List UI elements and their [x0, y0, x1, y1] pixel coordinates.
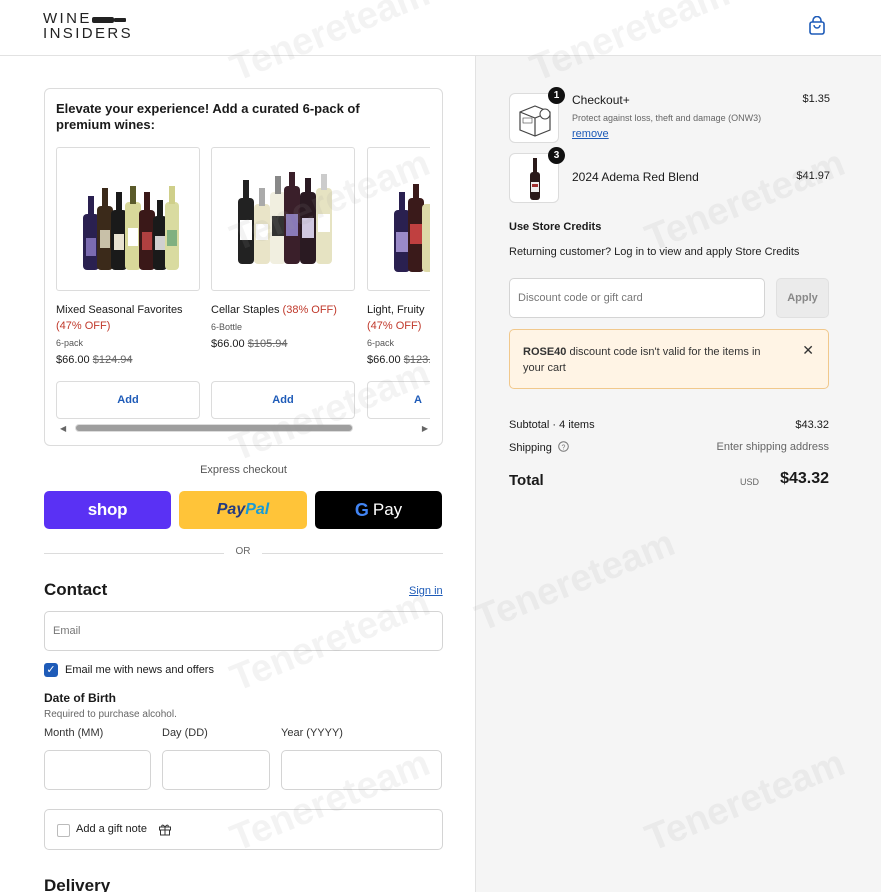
product-image[interactable]	[56, 147, 200, 291]
dob-day-input[interactable]	[162, 750, 270, 790]
divider-line	[44, 553, 224, 554]
discount-placeholder: Discount code or gift card	[518, 292, 643, 304]
dob-month-input[interactable]	[44, 750, 151, 790]
help-icon[interactable]: ?	[558, 441, 569, 452]
svg-text:?: ?	[561, 444, 565, 451]
shop-pay-logo: shop	[87, 500, 128, 519]
or-divider: OR	[44, 545, 443, 561]
subtotal-label: Subtotal · 4 items	[509, 419, 595, 431]
google-pay-button[interactable]: G Pay	[315, 491, 442, 529]
newsletter-label: Email me with news and offers	[65, 664, 214, 676]
product-price: $66.00 $124.94	[56, 354, 133, 366]
logo-line2: INSIDERS	[43, 25, 134, 42]
scroll-left-icon[interactable]: ◀	[60, 424, 66, 433]
upsell-carousel: Elevate your experience! Add a curated 6…	[44, 88, 443, 446]
dob-year-label: Year (YYYY)	[281, 727, 343, 739]
header: WINE INSIDERS	[0, 0, 881, 56]
gift-note-row[interactable]: Add a gift note	[44, 809, 443, 850]
scroll-right-icon[interactable]: ▶	[422, 424, 428, 433]
newsletter-checkbox-row[interactable]: ✓ Email me with news and offers	[44, 662, 214, 678]
quantity-badge: 1	[548, 87, 565, 104]
dob-note: Required to purchase alcohol.	[44, 709, 177, 720]
product-image[interactable]	[367, 147, 430, 291]
order-summary-column: 1 Checkout+ $1.35 Protect against loss, …	[475, 56, 881, 892]
add-button[interactable]: Add	[211, 381, 355, 419]
line-item-description: Protect against loss, theft and damage (…	[572, 113, 762, 123]
alert-message: ROSE40 discount code isn't valid for the…	[523, 346, 761, 374]
email-placeholder: Email	[53, 625, 81, 637]
total-value: $43.32	[780, 470, 829, 487]
scrollbar-thumb[interactable]	[75, 424, 353, 432]
subtotal-value: $43.32	[795, 419, 829, 431]
subtotal-row: Subtotal · 4 items $43.32	[509, 419, 829, 431]
sign-in-link[interactable]: Sign in	[409, 585, 443, 597]
product-price: $66.00 $105.94	[211, 338, 288, 350]
express-checkout-label: Express checkout	[200, 464, 287, 476]
gift-note-label: Add a gift note	[76, 823, 147, 835]
line-item: 3 2024 Adema Red Blend $41.97	[509, 147, 830, 203]
remove-link[interactable]: remove	[572, 128, 609, 140]
discount-code-input[interactable]: Discount code or gift card	[509, 278, 765, 318]
dob-month-label: Month (MM)	[44, 727, 104, 739]
line-item-name: Checkout+	[572, 93, 630, 107]
checkout-form-column: Elevate your experience! Add a curated 6…	[0, 56, 475, 892]
divider-line	[262, 553, 443, 554]
email-field[interactable]: Email	[44, 611, 443, 651]
product-pack: 6-Bottle	[211, 322, 243, 332]
wine-insiders-logo[interactable]: WINE INSIDERS	[43, 11, 134, 42]
apply-button[interactable]: Apply	[776, 278, 829, 318]
dob-year-input[interactable]	[281, 750, 442, 790]
product-name: Mixed Seasonal Favorites	[56, 304, 183, 316]
product-price: $66.00 $123.	[367, 354, 430, 366]
bottle-icon	[92, 17, 126, 23]
product-pack: 6-pack	[367, 338, 395, 348]
carousel-scrollbar[interactable]: ◀ ▶	[58, 423, 430, 433]
google-g-icon: G	[354, 499, 369, 520]
upsell-title: Elevate your experience! Add a curated 6…	[56, 101, 360, 132]
add-button[interactable]: A	[367, 381, 430, 419]
gift-icon	[159, 824, 171, 836]
shopping-bag-icon[interactable]	[808, 16, 826, 36]
dob-day-label: Day (DD)	[162, 727, 208, 739]
line-item-name: 2024 Adema Red Blend	[572, 170, 699, 184]
upsell-card-clipped: Light, Fruity (47% OFF) 6-pack $66.00 $1…	[367, 147, 430, 437]
add-button[interactable]: Add	[56, 381, 200, 419]
product-discount: (47% OFF)	[367, 320, 422, 332]
total-label: Total	[509, 472, 544, 489]
paypal-logo-part1: Pay	[216, 501, 246, 518]
dob-title: Date of Birth	[44, 691, 116, 705]
discount-error-alert: ROSE40 discount code isn't valid for the…	[509, 329, 829, 389]
upsell-product-card: Mixed Seasonal Favorites (47% OFF) 6-pac…	[56, 147, 201, 419]
line-item: 1 Checkout+ $1.35 Protect against loss, …	[509, 87, 830, 143]
store-credits-text: Returning customer? Log in to view and a…	[509, 246, 800, 258]
gift-note-checkbox[interactable]	[57, 824, 70, 837]
shipping-value: Enter shipping address	[716, 441, 829, 453]
product-image[interactable]	[211, 147, 355, 291]
upsell-product-card: Light, Fruity (47% OFF) 6-pack $66.00 $1…	[367, 147, 430, 419]
google-pay-label: Pay	[372, 500, 403, 519]
product-name: Cellar Staples (38% OFF)	[211, 304, 337, 316]
upsell-product-card: Cellar Staples (38% OFF) 6-Bottle $66.00…	[211, 147, 356, 419]
line-item-price: $41.97	[796, 170, 830, 182]
shipping-label: Shipping	[509, 442, 552, 454]
paypal-logo-part2: Pal	[245, 501, 270, 518]
quantity-badge: 3	[548, 147, 565, 164]
or-label: OR	[235, 546, 251, 557]
product-discount: (47% OFF)	[56, 320, 111, 332]
delivery-title: Delivery	[44, 876, 111, 892]
product-name: Light, Fruity	[367, 304, 425, 316]
store-credits-title: Use Store Credits	[509, 221, 602, 233]
total-row: Total USD $43.32	[509, 470, 829, 492]
newsletter-checkbox[interactable]: ✓	[44, 663, 58, 677]
shipping-row: Shipping ? Enter shipping address	[509, 441, 829, 454]
close-icon[interactable]: ✕	[802, 342, 814, 359]
line-item-price: $1.35	[802, 93, 830, 105]
currency-code: USD	[739, 477, 759, 487]
contact-title: Contact	[44, 580, 108, 599]
shop-pay-button[interactable]: shop	[44, 491, 171, 529]
paypal-button[interactable]: Pay Pal	[179, 491, 307, 529]
product-pack: 6-pack	[56, 338, 84, 348]
